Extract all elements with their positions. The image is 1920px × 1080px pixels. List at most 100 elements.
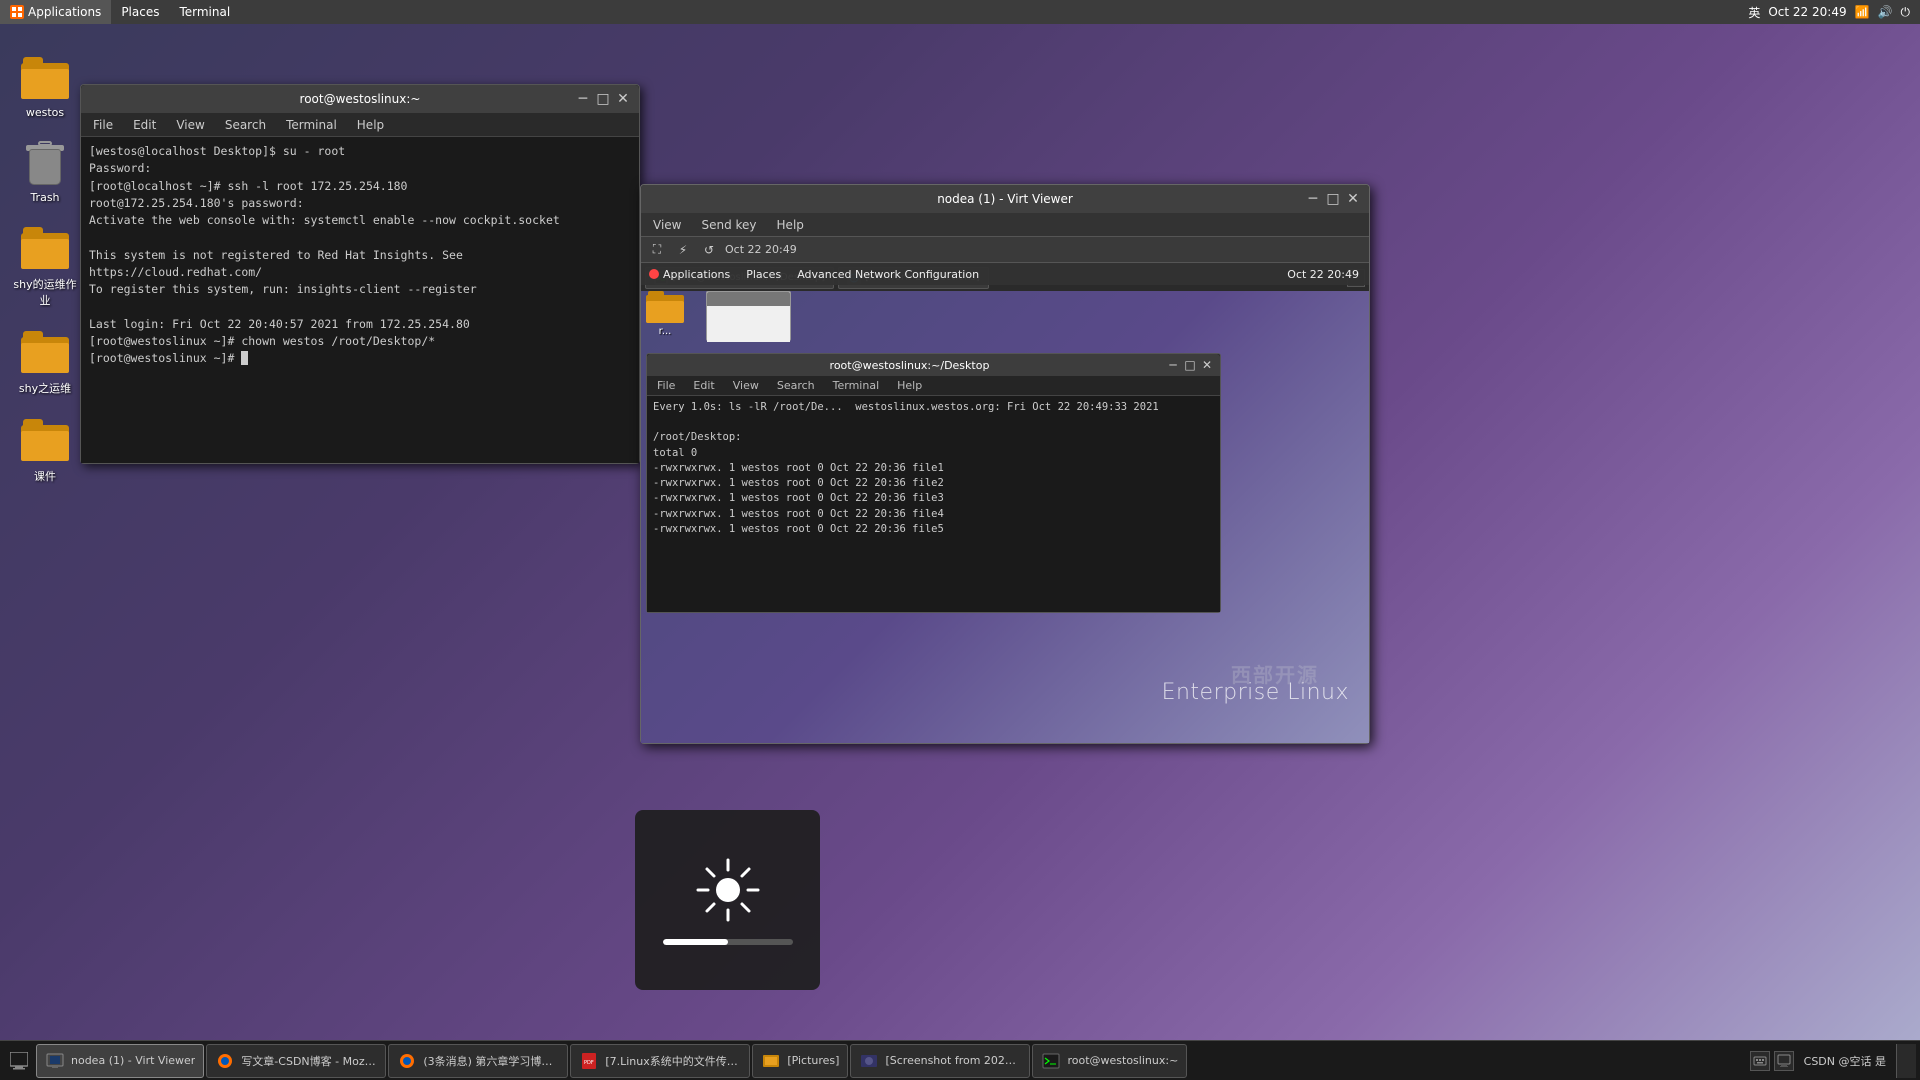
guest-desktop-icons: r...	[646, 291, 684, 337]
csdn-label: CSDN @空话 是	[1798, 1053, 1892, 1069]
g-menu-view[interactable]: View	[729, 377, 763, 394]
watch-file3: -rwxrwxrwx. 1 westos root 0 Oct 22 20:36…	[653, 491, 1214, 506]
toolbar-time: Oct 22 20:49	[725, 243, 797, 256]
menu-view[interactable]: View	[172, 116, 208, 134]
maximize-button[interactable]: □	[595, 91, 611, 107]
guest-time: Oct 22 20:49	[1287, 268, 1369, 281]
taskbar-app-terminal[interactable]: root@westoslinux:~	[1032, 1044, 1187, 1078]
watch-file4: -rwxrwxrwx. 1 westos root 0 Oct 22 20:36…	[653, 507, 1214, 522]
show-desktop-right[interactable]	[1896, 1044, 1916, 1078]
network-tray-icon[interactable]: 📶	[1855, 5, 1870, 19]
terminal-line-4: root@172.25.254.180's password:	[89, 195, 631, 212]
shy-drive-icon-label: shy的运维作业	[10, 276, 80, 308]
terminal-title: root@westoslinux:~	[89, 92, 631, 106]
g-menu-terminal[interactable]: Terminal	[829, 377, 884, 394]
guest-apps-bar: Applications Places Advanced Network Con…	[641, 263, 1369, 285]
watch-dir: /root/Desktop:	[653, 430, 1214, 445]
guest-folder-icon	[646, 291, 684, 323]
taskbar-app-virt[interactable]: nodea (1) - Virt Viewer	[36, 1044, 204, 1078]
keyboard-layout-btn[interactable]	[1750, 1051, 1770, 1071]
places-menu[interactable]: Places	[111, 0, 169, 24]
taskbar-app-firefox2[interactable]: (3条消息) 第六章学习博客-空...	[388, 1044, 568, 1078]
monitor-btn[interactable]	[1774, 1051, 1794, 1071]
guest-close-btn[interactable]: ✕	[1200, 358, 1214, 372]
desktop-icon-course[interactable]: 课件	[10, 416, 80, 484]
guest-apps-menu[interactable]: Applications	[641, 263, 738, 285]
applications-label: Applications	[28, 5, 101, 19]
taskbar-firefox1-label: 写文章-CSDN博客 - Mozilla Fi...	[241, 1053, 377, 1069]
guest-file-manager[interactable]	[706, 291, 791, 341]
virt-menu-view[interactable]: View	[649, 216, 685, 234]
virt-close-button[interactable]: ✕	[1345, 191, 1361, 207]
desktop-icon-shy-think[interactable]: shy之运维	[10, 328, 80, 396]
taskbar-app-firefox1[interactable]: 写文章-CSDN博客 - Mozilla Fi...	[206, 1044, 386, 1078]
taskbar-pictures-label: [Pictures]	[787, 1054, 839, 1067]
g-menu-edit[interactable]: Edit	[689, 377, 718, 394]
guest-terminal-controls: ─ □ ✕	[1166, 358, 1214, 372]
enterprise-linux-text: Enterprise Linux	[1162, 680, 1349, 705]
menu-file[interactable]: File	[89, 116, 117, 134]
sun-svg	[693, 855, 763, 925]
toolbar-btn-2[interactable]: ⚡	[673, 240, 693, 260]
guest-apps-dot	[649, 269, 659, 279]
guest-maximize-btn[interactable]: □	[1183, 358, 1197, 372]
datetime-display: Oct 22 20:49	[1768, 5, 1846, 19]
terminal-controls: ─ □ ✕	[575, 91, 631, 107]
toolbar-btn-3[interactable]: ↺	[699, 240, 719, 260]
virt-maximize-button[interactable]: □	[1325, 191, 1341, 207]
menu-edit[interactable]: Edit	[129, 116, 160, 134]
menu-terminal[interactable]: Terminal	[282, 116, 341, 134]
power-tray-icon[interactable]: ⏻	[1901, 5, 1911, 20]
menu-search[interactable]: Search	[221, 116, 270, 134]
terminal-titlebar[interactable]: root@westoslinux:~ ─ □ ✕	[81, 85, 639, 113]
g-menu-help[interactable]: Help	[893, 377, 926, 394]
top-menubar: Applications Places Terminal 英 Oct 22 20…	[0, 0, 1920, 24]
virt-minimize-button[interactable]: ─	[1305, 191, 1321, 207]
virt-menu-help[interactable]: Help	[773, 216, 808, 234]
taskbar-app-pictures[interactable]: [Pictures]	[752, 1044, 848, 1078]
guest-network-label: Advanced Network Configuration	[797, 268, 979, 281]
minimize-button[interactable]: ─	[575, 91, 591, 107]
menu-help[interactable]: Help	[353, 116, 388, 134]
close-button[interactable]: ✕	[615, 91, 631, 107]
trash-icon-label: Trash	[30, 191, 59, 204]
toolbar-btn-1[interactable]: ⛶	[647, 240, 667, 260]
taskbar-app-screenshot[interactable]: [Screenshot from 2021-10-2...]	[850, 1044, 1030, 1078]
terminal-menu[interactable]: Terminal	[169, 0, 240, 24]
guest-terminal-output[interactable]: Every 1.0s: ls -lR /root/De... westoslin…	[647, 396, 1220, 612]
brightness-overlay	[635, 810, 820, 990]
desktop-icon-westos[interactable]: westos	[10, 54, 80, 119]
applications-menu[interactable]: Applications	[0, 0, 111, 24]
terminal-line-2: Password:	[89, 160, 631, 177]
guest-icon-folder1[interactable]: r...	[646, 291, 684, 337]
guest-terminal-titlebar[interactable]: root@westoslinux:~/Desktop ─ □ ✕	[647, 354, 1220, 376]
terminal-menubar: File Edit View Search Terminal Help	[81, 113, 639, 137]
terminal-label: Terminal	[179, 5, 230, 19]
desktop-icon-shy-drive[interactable]: shy的运维作业	[10, 224, 80, 308]
apps-icon	[10, 5, 24, 19]
watch-file5: -rwxrwxrwx. 1 westos root 0 Oct 22 20:36…	[653, 522, 1214, 537]
terminal-output[interactable]: [westos@localhost Desktop]$ su - root Pa…	[81, 137, 639, 463]
virt-menu-sendkey[interactable]: Send key	[697, 216, 760, 234]
virt-viewer-controls: ─ □ ✕	[1305, 191, 1361, 207]
desktop-icon-trash[interactable]: Trash	[10, 139, 80, 204]
virt-viewer-titlebar[interactable]: nodea (1) - Virt Viewer ─ □ ✕	[641, 185, 1369, 213]
g-menu-search[interactable]: Search	[773, 377, 819, 394]
guest-places-menu[interactable]: Places	[738, 263, 789, 285]
guest-network-config[interactable]: Advanced Network Configuration	[789, 263, 987, 285]
virt-viewer-window: nodea (1) - Virt Viewer ─ □ ✕ View Send …	[640, 184, 1370, 744]
trash-icon	[21, 139, 69, 187]
lang-indicator[interactable]: 英	[1748, 4, 1760, 21]
brightness-bar[interactable]	[663, 939, 793, 945]
westos-folder-icon	[21, 54, 69, 102]
g-menu-file[interactable]: File	[653, 377, 679, 394]
show-desktop-button[interactable]	[4, 1044, 34, 1078]
shy-think-icon-label: shy之运维	[19, 380, 71, 396]
terminal-line-1: [westos@localhost Desktop]$ su - root	[89, 143, 631, 160]
taskbar-terminal-label: root@westoslinux:~	[1067, 1054, 1178, 1067]
guest-file-manager-titlebar	[707, 292, 790, 306]
guest-terminal-window: root@westoslinux:~/Desktop ─ □ ✕ File Ed…	[646, 353, 1221, 613]
volume-tray-icon[interactable]: 🔊	[1878, 5, 1893, 19]
guest-minimize-btn[interactable]: ─	[1166, 358, 1180, 372]
taskbar-app-pdf[interactable]: PDF [7.Linux系统中的文件传输.pdf]	[570, 1044, 750, 1078]
